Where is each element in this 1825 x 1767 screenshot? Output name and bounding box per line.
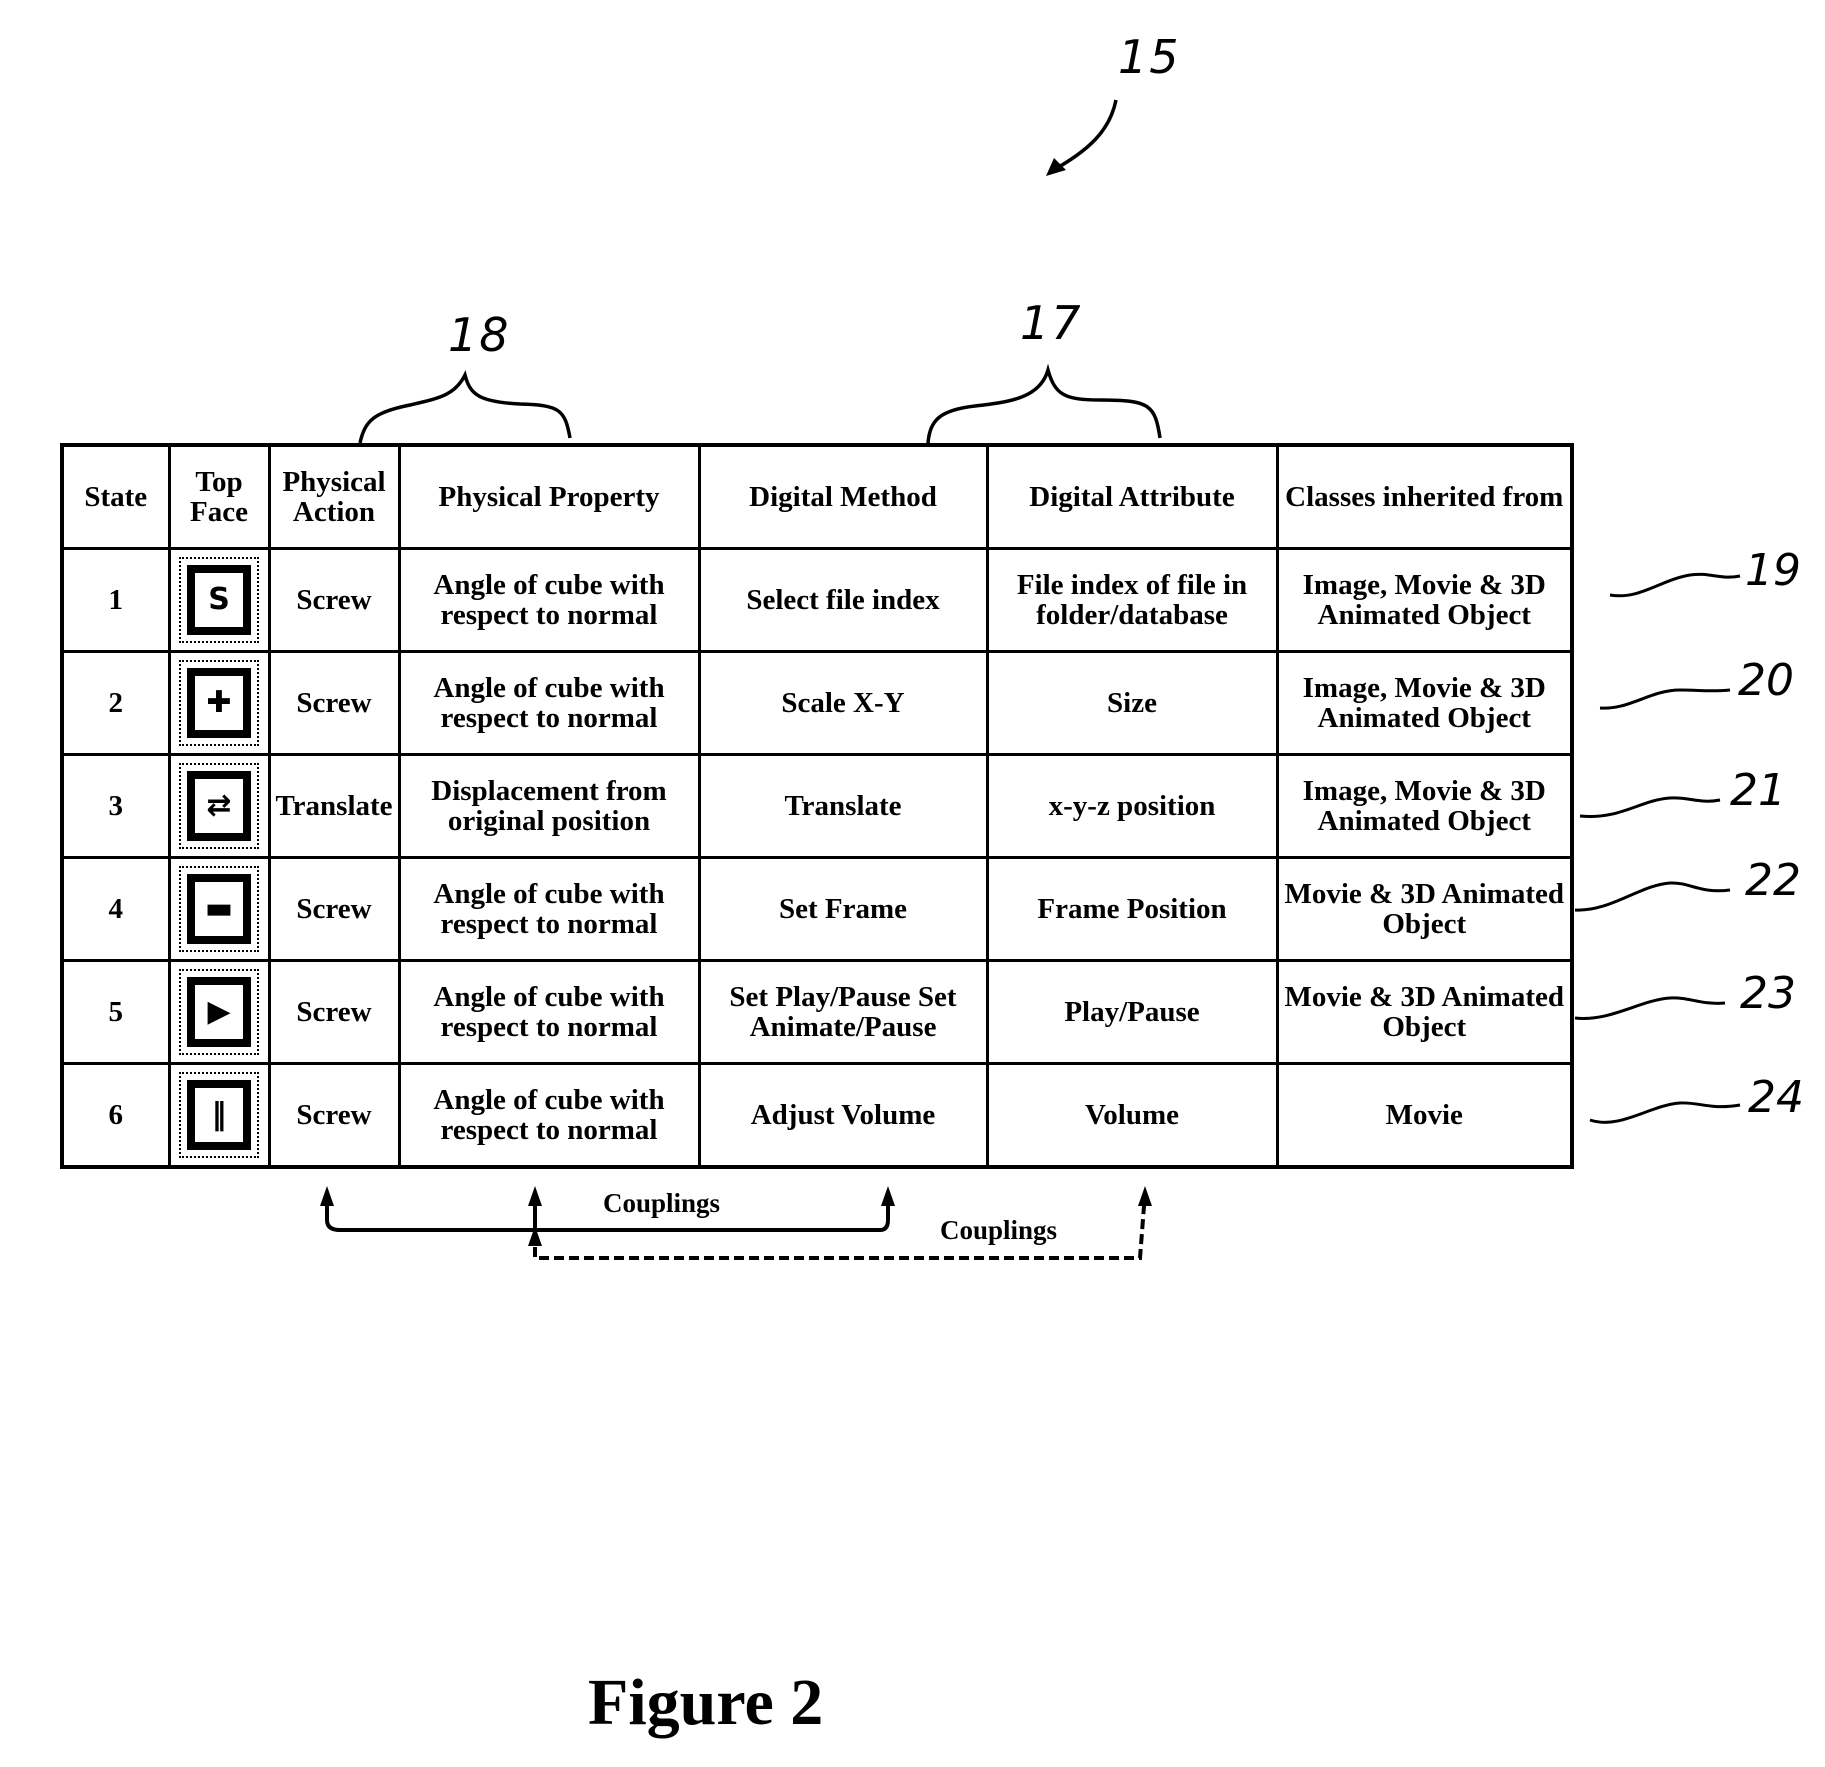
cell-digital-method: Translate xyxy=(697,753,989,859)
cell-physical-action: Screw xyxy=(267,856,401,962)
header-classes: Classes inherited from xyxy=(1275,443,1574,550)
leader-21 xyxy=(1579,796,1721,819)
numeral-24: 24 xyxy=(1748,1072,1804,1123)
cell-top-face: S xyxy=(167,547,271,653)
cell-top-face: ⇄ xyxy=(167,753,271,859)
coupling-arrow-2 xyxy=(528,1186,542,1206)
cell-physical-property: Angle of cube with respect to normal xyxy=(397,1062,701,1169)
cell-classes: Movie & 3D Animated Object xyxy=(1275,856,1574,962)
cell-physical-property: Angle of cube with respect to normal xyxy=(397,959,701,1065)
brace-18 xyxy=(358,369,572,444)
cell-digital-method: Select file index xyxy=(697,547,989,653)
frame-icon: ▬ xyxy=(179,866,259,952)
s-shape-icon: S xyxy=(179,557,259,643)
cell-digital-attribute: File index of file in folder/database xyxy=(985,547,1279,653)
cell-classes: Image, Movie & 3D Animated Object xyxy=(1275,753,1574,859)
cell-top-face: ▶ xyxy=(167,959,271,1065)
cell-physical-property: Angle of cube with respect to normal xyxy=(397,856,701,962)
cell-state: 1 xyxy=(60,547,171,653)
cell-digital-attribute: Size xyxy=(985,650,1279,756)
cell-physical-action: Translate xyxy=(267,753,401,859)
numeral-19: 19 xyxy=(1745,545,1801,596)
couplings-label-dashed: Couplings xyxy=(940,1215,1058,1245)
cell-digital-method: Set Frame xyxy=(697,856,989,962)
cell-classes: Image, Movie & 3D Animated Object xyxy=(1275,547,1574,653)
top-face-glyph: ✚ xyxy=(195,676,243,730)
header-digital-attribute: Digital Attribute xyxy=(985,443,1279,550)
header-digital-method: Digital Method xyxy=(697,443,989,550)
brace-17 xyxy=(926,363,1162,444)
cell-classes: Image, Movie & 3D Animated Object xyxy=(1275,650,1574,756)
header-physical-action: Physical Action xyxy=(267,443,401,550)
volume-icon: ‖ xyxy=(179,1072,259,1158)
numeral-22: 22 xyxy=(1745,855,1801,906)
header-state: State xyxy=(60,443,171,550)
cell-digital-attribute: Volume xyxy=(985,1062,1279,1169)
cell-state: 4 xyxy=(60,856,171,962)
header-row: State Top Face Physical Action Physical … xyxy=(60,443,1574,550)
cell-top-face: ▬ xyxy=(167,856,271,962)
table-row: 5 ▶ Screw Angle of cube with respect to nor… xyxy=(60,959,1574,1065)
cross-arrows-icon: ✚ xyxy=(179,660,259,746)
top-face-glyph: ⇄ xyxy=(195,779,243,833)
cell-physical-property: Displacement from original position xyxy=(397,753,701,859)
table-row: 3 ⇄ Translate Displacement from original po… xyxy=(60,753,1574,859)
cell-classes: Movie xyxy=(1275,1062,1574,1169)
header-physical-property: Physical Property xyxy=(397,443,701,550)
coupling-arrow-3 xyxy=(881,1186,895,1206)
cell-state: 6 xyxy=(60,1062,171,1169)
play-icon: ▶ xyxy=(179,969,259,1055)
cell-digital-attribute: Play/Pause xyxy=(985,959,1279,1065)
leader-24 xyxy=(1589,1101,1741,1124)
coupling-arrow-1 xyxy=(320,1186,334,1206)
cell-digital-attribute: Frame Position xyxy=(985,856,1279,962)
cell-classes: Movie & 3D Animated Object xyxy=(1275,959,1574,1065)
table-row: 1 S Screw Angle of cube with respect to nor… xyxy=(60,547,1574,653)
numeral-21: 21 xyxy=(1730,765,1786,816)
cell-top-face: ‖ xyxy=(167,1062,271,1169)
cell-top-face: ✚ xyxy=(167,650,271,756)
cell-physical-property: Angle of cube with respect to normal xyxy=(397,650,701,756)
cell-digital-method: Set Play/Pause Set Animate/Pause xyxy=(697,959,989,1065)
state-mapping-table: State Top Face Physical Action Physical … xyxy=(60,443,1574,1169)
cell-state: 2 xyxy=(60,650,171,756)
top-face-glyph: S xyxy=(195,573,243,627)
cell-physical-action: Screw xyxy=(267,959,401,1065)
leader-19 xyxy=(1609,572,1741,598)
leader-22 xyxy=(1574,881,1731,912)
cell-state: 5 xyxy=(60,959,171,1065)
couplings-label-solid: Couplings xyxy=(603,1188,721,1218)
cell-physical-action: Screw xyxy=(267,650,401,756)
arrow-15 xyxy=(1049,99,1118,174)
cell-digital-method: Scale X-Y xyxy=(697,650,989,756)
cell-digital-method: Adjust Volume xyxy=(697,1062,989,1169)
table-row: 6 ‖ Screw Angle of cube with respect to nor… xyxy=(60,1062,1574,1169)
cell-physical-property: Angle of cube with respect to normal xyxy=(397,547,701,653)
top-face-glyph: ‖ xyxy=(195,1088,243,1142)
cell-physical-action: Screw xyxy=(267,547,401,653)
top-face-glyph: ▬ xyxy=(195,882,243,936)
arrow-15-head xyxy=(1046,158,1066,176)
cell-physical-action: Screw xyxy=(267,1062,401,1169)
cell-digital-attribute: x-y-z position xyxy=(985,753,1279,859)
top-face-glyph: ▶ xyxy=(195,985,243,1039)
numeral-20: 20 xyxy=(1738,655,1794,706)
header-top-face: Top Face xyxy=(167,443,271,550)
table-row: 2 ✚ Screw Angle of cube with respect to nor… xyxy=(60,650,1574,756)
table-row: 4 ▬ Screw Angle of cube with respect to nor… xyxy=(60,856,1574,962)
coupling-arrow-5 xyxy=(1138,1186,1152,1206)
figure-title: Figure 2 xyxy=(588,1666,824,1739)
leader-20 xyxy=(1599,688,1731,710)
leader-23 xyxy=(1574,996,1726,1020)
cell-state: 3 xyxy=(60,753,171,859)
numeral-23: 23 xyxy=(1740,968,1796,1019)
translate-icon: ⇄ xyxy=(179,763,259,849)
